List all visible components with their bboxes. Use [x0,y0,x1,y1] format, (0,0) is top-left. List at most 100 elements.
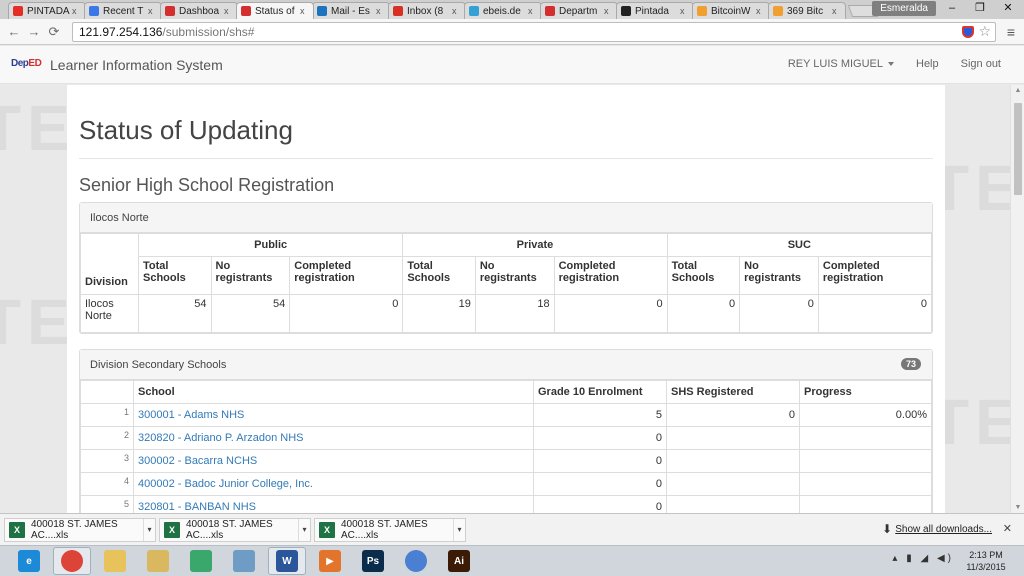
reload-icon[interactable]: ⟳ [46,24,62,40]
help-link[interactable]: Help [916,58,939,70]
browser-tab[interactable]: Inbox (8 x [388,2,466,19]
school-header[interactable]: School [133,380,534,404]
school-link[interactable]: 320801 - BANBAN NHS [138,501,256,513]
taskbar-app-button[interactable]: Ps [354,547,392,575]
browser-tab-label: Inbox (8 [407,5,444,17]
browser-tab[interactable]: BitcoinW x [692,2,770,19]
scroll-up-icon[interactable]: ▲ [1011,87,1024,94]
row-number: 1 [80,403,134,427]
progress-cell [799,472,932,496]
tab-close-icon[interactable]: x [604,6,613,16]
url-host: 121.97.254.136 [79,24,163,39]
bookmark-star-icon[interactable]: ☆ [978,23,991,40]
forward-icon[interactable]: → [26,24,42,39]
browser-tab[interactable]: Departm x [540,2,618,19]
browser-tab[interactable]: Recent T x [84,2,162,19]
table-row: 1 300001 - Adams NHS 5 0 0.00% [80,403,932,427]
school-link[interactable]: 300002 - Bacarra NCHS [138,455,257,467]
subheader-cell: Completed registration [289,256,404,295]
caret-down-icon [888,62,894,67]
table-row: 4 400002 - Badoc Junior College, Inc. 0 [80,472,932,496]
table-row: 3 300002 - Bacarra NCHS 0 [80,449,932,473]
summary-row: Ilocos Norte 54 54 0 19 18 0 0 0 0 [80,294,933,333]
restore-button[interactable]: ❐ [966,0,994,18]
tab-close-icon[interactable]: x [72,6,81,16]
close-window-button[interactable]: ✕ [994,0,1022,18]
taskbar-app-button[interactable]: Ai [440,547,478,575]
browser-tab[interactable]: Mail - Es x [312,2,390,19]
page-scrollbar[interactable]: ▲ ▼ [1010,85,1024,513]
download-icon: ⬇ [881,522,892,536]
system-tray[interactable]: ▴ ▮ ◢ ◀) [892,553,954,564]
browser-tab[interactable]: Dashboa x [160,2,238,19]
browser-tab[interactable]: ebeis.de x [464,2,542,19]
download-item[interactable]: X 400018 ST. JAMES AC....xls ▾ [314,518,466,542]
close-shelf-icon[interactable]: ✕ [1003,522,1012,535]
registered-cell: 0 [666,403,800,427]
registered-cell [666,426,800,450]
enrolment-header[interactable]: Grade 10 Enrolment [533,380,667,404]
clock-date: 11/3/2015 [966,562,1006,572]
taskbar-app-button[interactable] [139,547,177,575]
browser-tab[interactable]: Status of x [236,2,314,19]
taskbar-app-button[interactable]: e [10,547,48,575]
progress-header[interactable]: Progress [799,380,932,404]
brand-title[interactable]: Learner Information System [50,57,223,73]
taskbar-app-button[interactable]: W [268,547,306,575]
tab-close-icon[interactable]: x [680,6,689,16]
profile-button[interactable]: Esmeralda [872,1,936,16]
minimize-button[interactable]: – [938,0,966,18]
tab-close-icon[interactable]: x [148,6,157,16]
show-all-downloads-link[interactable]: Show all downloads... [895,524,992,535]
taskbar-app-button[interactable]: ▶ [311,547,349,575]
extension-shield-icon[interactable] [962,25,975,38]
scroll-down-icon[interactable]: ▼ [1011,504,1024,511]
browser-tab[interactable]: 369 Bitc x [768,2,846,19]
taskbar-app-button[interactable] [225,547,263,575]
taskbar-app-button[interactable] [397,547,435,575]
download-item[interactable]: X 400018 ST. JAMES AC....xls ▾ [4,518,156,542]
summary-panel-title: Ilocos Norte [80,203,932,233]
browser-tab-label: Recent T [103,5,144,17]
taskbar-app-button[interactable] [96,547,134,575]
download-filename: 400018 ST. JAMES AC....xls [186,519,273,541]
taskbar-app-button[interactable] [53,547,91,575]
table-row: 5 320801 - BANBAN NHS 0 [80,495,932,513]
school-link[interactable]: 320820 - Adriano P. Arzadon NHS [138,432,304,444]
tab-close-icon[interactable]: x [452,6,461,16]
index-header [80,380,134,404]
browser-tab[interactable]: PINTADA x [8,2,86,19]
count-badge: 73 [900,358,921,370]
schools-panel-title: Division Secondary Schools [90,359,227,371]
signout-link[interactable]: Sign out [961,58,1001,70]
app-navbar: DepED Learner Information System REY LUI… [0,46,1024,84]
taskbar-app-button[interactable] [182,547,220,575]
menu-icon[interactable]: ≡ [1002,24,1020,40]
logo-suffix: ED [28,58,42,69]
school-link[interactable]: 400002 - Badoc Junior College, Inc. [138,478,313,490]
tab-close-icon[interactable]: x [832,6,841,16]
tab-close-icon[interactable]: x [224,6,233,16]
download-menu-caret-icon[interactable]: ▾ [298,519,310,541]
download-menu-caret-icon[interactable]: ▾ [453,519,465,541]
registered-cell [666,472,800,496]
tab-close-icon[interactable]: x [376,6,385,16]
browser-tab[interactable]: Pintada x [616,2,694,19]
user-menu[interactable]: REY LUIS MIGUEL [788,58,894,70]
school-link[interactable]: 300001 - Adams NHS [138,409,244,421]
enrolment-cell: 5 [533,403,667,427]
scrollbar-thumb[interactable] [1014,103,1022,195]
school-cell: 320820 - Adriano P. Arzadon NHS [133,426,534,450]
deped-logo[interactable]: DepED [11,58,42,69]
address-bar[interactable]: 121.97.254.136/submission/shs# ☆ [72,21,996,42]
download-menu-caret-icon[interactable]: ▾ [143,519,155,541]
taskbar-clock[interactable]: 2:13 PM 11/3/2015 [962,549,1010,573]
back-icon[interactable]: ← [6,24,22,39]
schools-panel-header: Division Secondary Schools 73 [80,350,932,380]
tab-close-icon[interactable]: x [756,6,765,16]
tab-close-icon[interactable]: x [528,6,537,16]
tab-close-icon[interactable]: x [300,6,309,16]
subheader-cell: No registrants [474,256,555,295]
download-item[interactable]: X 400018 ST. JAMES AC....xls ▾ [159,518,311,542]
registered-header[interactable]: SHS Registered [666,380,800,404]
